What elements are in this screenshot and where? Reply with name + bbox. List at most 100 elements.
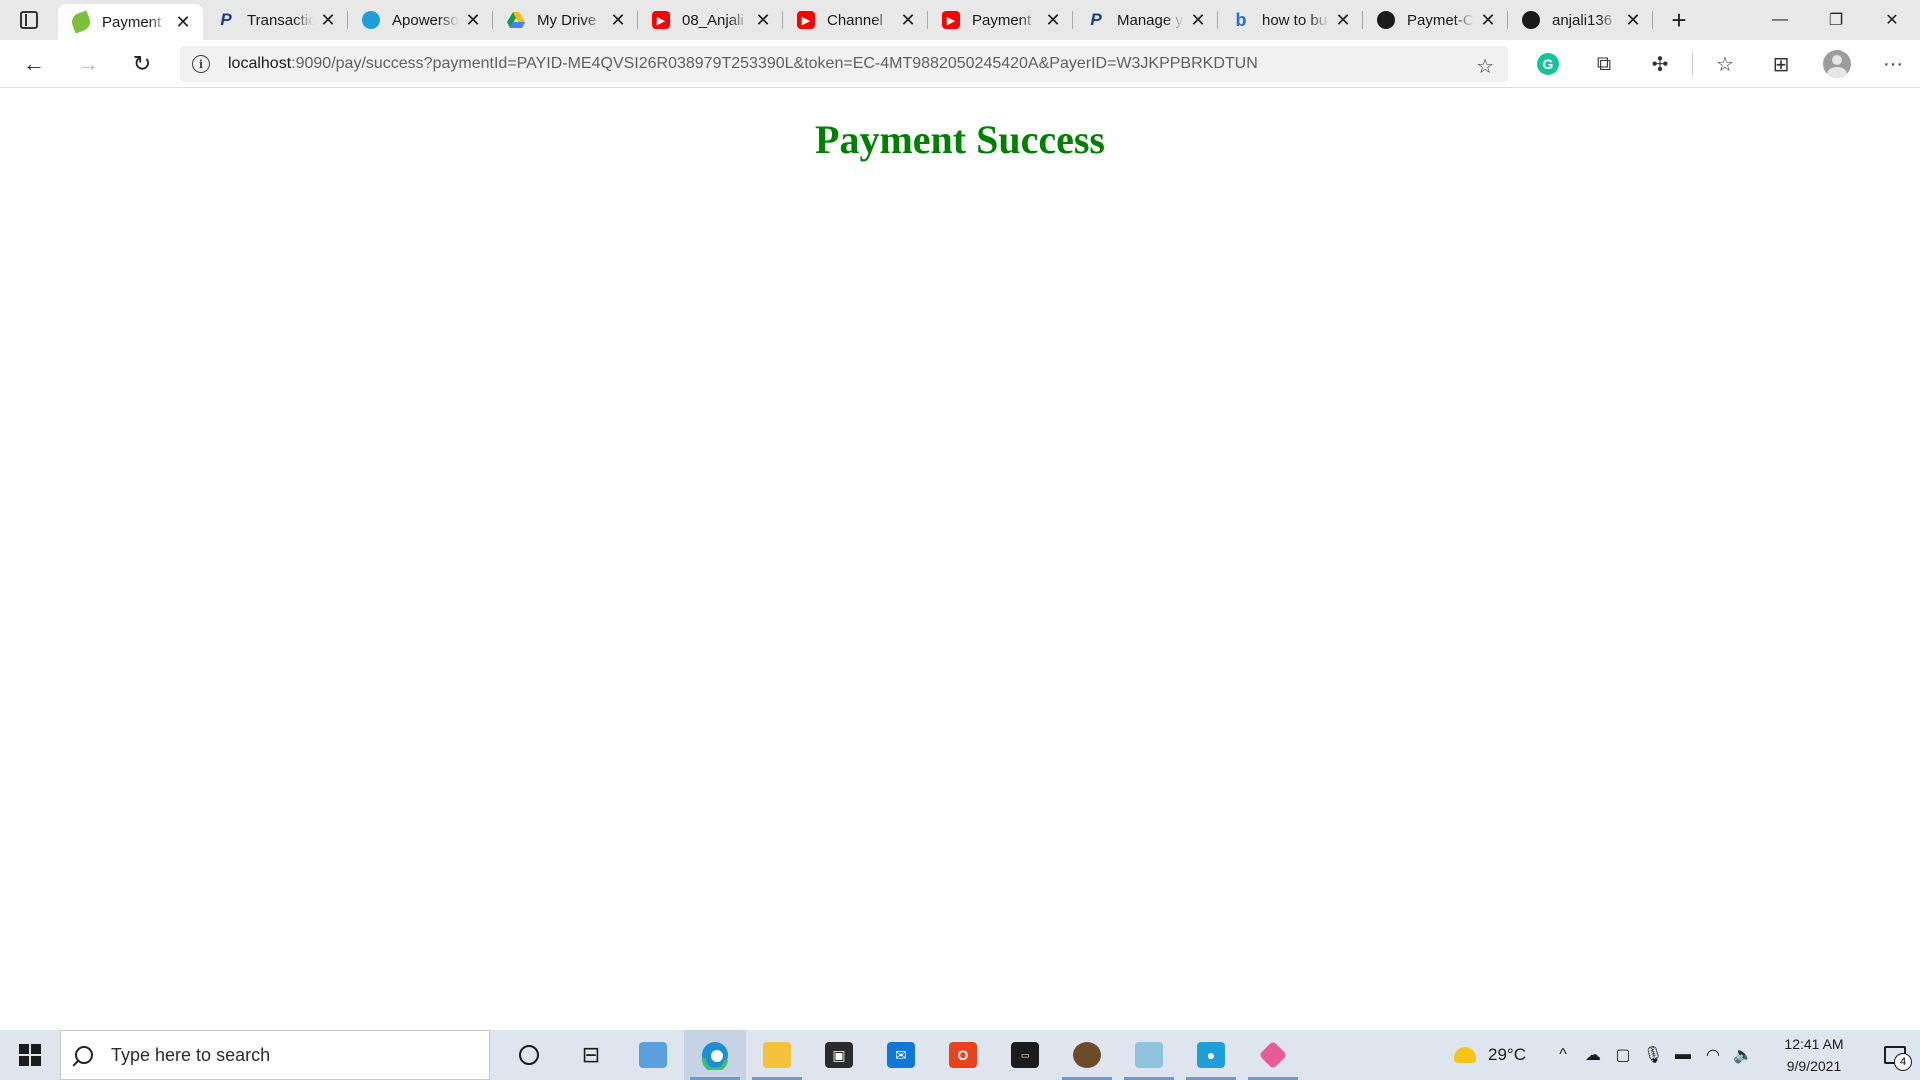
volume-button[interactable]: 🔈	[1728, 1030, 1758, 1080]
collections-button[interactable]: ⊞	[1753, 40, 1809, 88]
taskbar-app-office[interactable]: O	[932, 1030, 994, 1080]
close-icon[interactable]: ✕	[753, 10, 773, 30]
settings-more-button[interactable]: ···	[1865, 40, 1920, 88]
url-text[interactable]: localhost:9090/pay/success?paymentId=PAY…	[228, 55, 1258, 73]
cortana-button[interactable]	[498, 1030, 560, 1080]
close-icon[interactable]: ✕	[898, 10, 918, 30]
tab-paypal-manage[interactable]: P Manage y ✕	[1073, 0, 1218, 40]
restore-button[interactable]: ❐	[1808, 0, 1864, 40]
minimize-icon: —	[1772, 11, 1788, 28]
close-icon[interactable]: ✕	[1043, 10, 1063, 30]
tab-bing-search[interactable]: b how to bu ✕	[1218, 0, 1363, 40]
action-center-button[interactable]: 4	[1870, 1030, 1920, 1080]
copy-extension-icon: ⧉	[1596, 52, 1612, 75]
apowersoft-icon	[362, 11, 380, 29]
address-bar[interactable]: i localhost:9090/pay/success?paymentId=P…	[180, 46, 1508, 82]
taskbar-app-screen-recorder[interactable]: ●	[1180, 1030, 1242, 1080]
extensions-button[interactable]: ✣	[1632, 40, 1688, 88]
tab-github-anjali[interactable]: anjali136 ✕	[1508, 0, 1653, 40]
wifi-icon: ◠	[1706, 1047, 1720, 1064]
camera-icon: ▢	[1615, 1047, 1631, 1064]
tab-actions-button[interactable]	[0, 0, 58, 40]
edge-icon	[701, 1042, 728, 1070]
minimize-button[interactable]: —	[1752, 0, 1808, 40]
windows-taskbar: Type here to search ⊟ ▣ ✉ O ▭ ● 29°C ^ ☁…	[0, 1030, 1920, 1080]
favorites-button[interactable]: ☆	[1697, 40, 1753, 88]
forward-button[interactable]: →	[68, 44, 108, 84]
plus-icon: +	[1671, 4, 1687, 35]
window-controls: — ❐ ✕	[1752, 0, 1920, 40]
web-page: Payment Success	[0, 89, 1920, 1030]
avatar	[1823, 50, 1851, 78]
taskbar-app-file-explorer[interactable]	[746, 1030, 808, 1080]
eclipse-icon	[1073, 1042, 1101, 1068]
microphone-icon: 🎙	[1642, 1047, 1664, 1064]
task-view-button[interactable]: ⊟	[560, 1030, 622, 1080]
new-tab-button[interactable]: +	[1659, 0, 1699, 40]
close-icon[interactable]: ✕	[173, 12, 193, 32]
google-drive-icon	[507, 11, 525, 29]
taskbar-app-mysql[interactable]: ▭	[994, 1030, 1056, 1080]
refresh-button[interactable]: ↻	[122, 44, 162, 84]
tab-apowersoft[interactable]: Apowersoft ✕	[348, 0, 493, 40]
tab-my-drive[interactable]: My Drive ✕	[493, 0, 638, 40]
more-dots-icon: ···	[1883, 52, 1903, 75]
meet-now-button[interactable]: ▢	[1608, 1030, 1638, 1080]
github-icon	[1522, 11, 1540, 29]
battery-button[interactable]: ▬	[1668, 1030, 1698, 1080]
taskbar-apps: ⊟ ▣ ✉ O ▭ ●	[498, 1030, 1304, 1080]
taskbar-app-git[interactable]	[1242, 1030, 1304, 1080]
start-button[interactable]	[0, 1030, 60, 1080]
close-icon[interactable]: ✕	[463, 10, 483, 30]
taskbar-search-box[interactable]: Type here to search	[60, 1030, 490, 1080]
close-icon[interactable]: ✕	[1333, 10, 1353, 30]
microphone-button[interactable]: 🎙	[1638, 1030, 1668, 1080]
weather-sun-icon	[1454, 1047, 1477, 1063]
weather-temperature: 29°C	[1488, 1045, 1526, 1064]
speaker-icon: 🔈	[1733, 1047, 1753, 1064]
close-icon[interactable]: ✕	[1188, 10, 1208, 30]
tab-transaction[interactable]: P Transaction ✕	[203, 0, 348, 40]
taskbar-app-computer[interactable]	[622, 1030, 684, 1080]
onedrive-button[interactable]: ☁	[1578, 1030, 1608, 1080]
taskbar-app-notepad[interactable]	[1118, 1030, 1180, 1080]
collections-icon: ⊞	[1772, 53, 1790, 76]
tab-youtube-channel[interactable]: ▶ Channel ✕	[783, 0, 928, 40]
extension-button[interactable]: ⧉	[1576, 40, 1632, 88]
youtube-icon: ▶	[942, 11, 960, 29]
back-button[interactable]: ←	[14, 44, 54, 84]
grammarly-extension-button[interactable]: G	[1520, 40, 1576, 88]
tab-payment-active[interactable]: Payment ✕	[58, 4, 203, 40]
notepad-icon	[1135, 1042, 1163, 1068]
url-path: :9090/pay/success?paymentId=PAYID-ME4QVS…	[291, 55, 1258, 72]
close-icon[interactable]: ✕	[1623, 10, 1643, 30]
search-placeholder: Type here to search	[111, 1044, 271, 1065]
close-window-button[interactable]: ✕	[1864, 0, 1920, 40]
tab-strip: Payment ✕ P Transaction ✕ Apowersoft ✕ M…	[0, 0, 1920, 40]
clock[interactable]: 12:41 AM 9/9/2021	[1766, 1033, 1862, 1077]
network-button[interactable]: ◠	[1698, 1030, 1728, 1080]
show-hidden-icons-button[interactable]: ^	[1548, 1030, 1578, 1080]
tab-github-paymet[interactable]: Paymet-C ✕	[1363, 0, 1508, 40]
tab-title: 08_Anjali	[682, 11, 744, 29]
bing-icon: b	[1235, 9, 1247, 30]
taskbar-app-store[interactable]: ▣	[808, 1030, 870, 1080]
weather-widget[interactable]: 29°C	[1454, 1045, 1526, 1065]
tab-title: Payment	[102, 13, 162, 31]
clock-time: 12:41 AM	[1784, 1036, 1844, 1052]
taskbar-app-edge[interactable]	[684, 1030, 746, 1080]
taskbar-app-mail[interactable]: ✉	[870, 1030, 932, 1080]
tab-youtube-payment[interactable]: ▶ Payment ✕	[928, 0, 1073, 40]
close-icon[interactable]: ✕	[608, 10, 628, 30]
info-icon[interactable]: i	[192, 55, 210, 73]
tab-actions-icon	[20, 11, 38, 29]
close-icon[interactable]: ✕	[1478, 10, 1498, 30]
close-icon[interactable]: ✕	[318, 10, 338, 30]
tab-youtube-08-anjali[interactable]: ▶ 08_Anjali ✕	[638, 0, 783, 40]
add-favorite-button[interactable]: ☆	[1476, 54, 1494, 79]
taskbar-app-eclipse[interactable]	[1056, 1030, 1118, 1080]
spring-leaf-icon	[69, 10, 93, 34]
profile-button[interactable]	[1809, 40, 1865, 88]
tab-title: Transaction	[247, 11, 314, 29]
chevron-up-icon: ^	[1559, 1046, 1567, 1063]
